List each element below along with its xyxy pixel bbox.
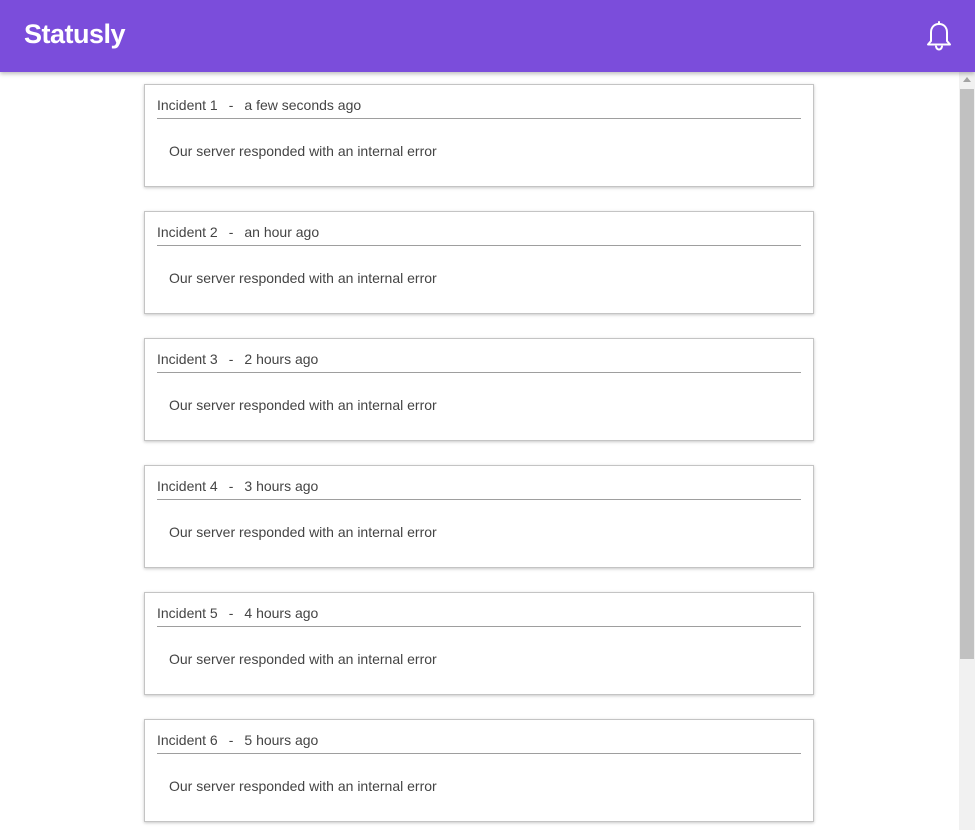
incident-message: Our server responded with an internal er… [169, 270, 437, 286]
incident-header: Incident 1-a few seconds ago [157, 97, 801, 119]
header-separator: - [228, 351, 234, 367]
incident-header: Incident 5-4 hours ago [157, 605, 801, 627]
app-window: Statusly Incident 1-a few seconds ago Ou… [0, 0, 975, 830]
top-app-bar: Statusly [0, 0, 975, 72]
incident-header: Incident 6-5 hours ago [157, 732, 801, 754]
app-logo-title[interactable]: Statusly [24, 19, 126, 50]
incident-time: 2 hours ago [244, 351, 319, 367]
incident-message: Our server responded with an internal er… [169, 143, 437, 159]
incident-card[interactable]: Incident 6-5 hours ago Our server respon… [144, 719, 814, 822]
incident-list: Incident 1-a few seconds ago Our server … [144, 84, 814, 830]
incident-message: Our server responded with an internal er… [169, 397, 437, 413]
incident-card[interactable]: Incident 3-2 hours ago Our server respon… [144, 338, 814, 441]
incident-title: Incident 5 [157, 605, 218, 621]
header-separator: - [228, 605, 234, 621]
vertical-scrollbar[interactable] [959, 72, 975, 830]
scroll-up-arrow-icon[interactable] [963, 77, 971, 82]
header-separator: - [228, 97, 234, 113]
header-separator: - [228, 732, 234, 748]
incident-title: Incident 1 [157, 97, 218, 113]
incident-header: Incident 2- an hour ago [157, 224, 801, 246]
bell-icon[interactable] [924, 20, 954, 52]
incident-card[interactable]: Incident 1-a few seconds ago Our server … [144, 84, 814, 187]
incident-message: Our server responded with an internal er… [169, 651, 437, 667]
incident-title: Incident 4 [157, 478, 218, 494]
incident-title: Incident 2 [157, 224, 218, 240]
incident-message: Our server responded with an internal er… [169, 524, 437, 540]
incident-card[interactable]: Incident 4-3 hours ago Our server respon… [144, 465, 814, 568]
incident-time: a few seconds ago [244, 97, 362, 113]
incident-title: Incident 6 [157, 732, 218, 748]
incident-time: 4 hours ago [244, 605, 319, 621]
incident-card[interactable]: Incident 5-4 hours ago Our server respon… [144, 592, 814, 695]
incident-time: 3 hours ago [244, 478, 319, 494]
main-content: Incident 1-a few seconds ago Our server … [0, 72, 959, 830]
incident-message: Our server responded with an internal er… [169, 778, 437, 794]
incident-header: Incident 4-3 hours ago [157, 478, 801, 500]
incident-title: Incident 3 [157, 351, 218, 367]
header-separator: - [228, 478, 234, 494]
incident-time: an hour ago [244, 224, 320, 240]
scrollbar-thumb[interactable] [960, 89, 974, 659]
incident-header: Incident 3-2 hours ago [157, 351, 801, 373]
incident-time: 5 hours ago [244, 732, 319, 748]
incident-card[interactable]: Incident 2- an hour ago Our server respon… [144, 211, 814, 314]
header-separator: - [228, 224, 234, 240]
